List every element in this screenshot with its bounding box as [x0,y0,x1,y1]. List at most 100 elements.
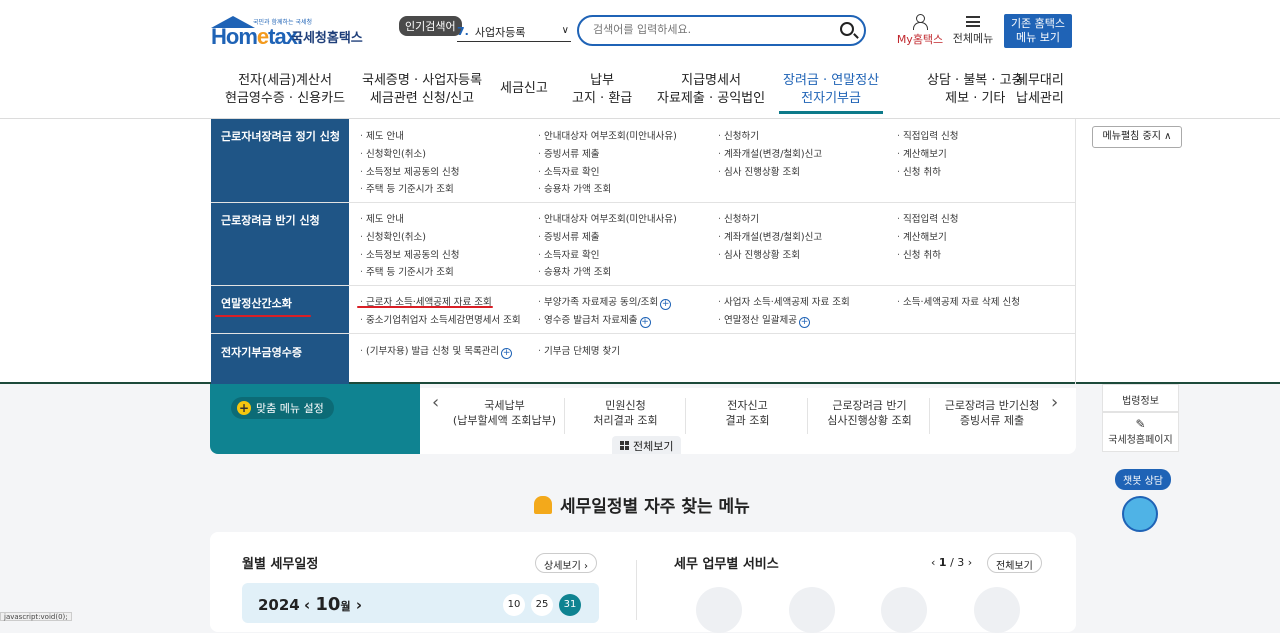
mega-link[interactable]: 계산해보기 [897,146,947,160]
calendar-month: ‹ 10월 › [304,594,362,615]
mega-link[interactable]: 신청 취하 [897,247,941,261]
law-info-link[interactable]: 법령정보 [1102,384,1179,412]
mega-link[interactable]: 계산해보기 [897,229,947,243]
calendar-year: 2024 [258,596,300,614]
mega-link[interactable]: 신청확인(취소) [360,146,426,160]
mega-link[interactable]: 소득·세액공제 자료 삭제 신청 [897,294,1020,308]
grid-icon [620,441,629,450]
chatbot-mascot-icon[interactable] [1122,496,1158,532]
mega-link[interactable]: 소득자료 확인 [538,164,599,178]
mega-link[interactable]: 직접입력 신청 [897,128,958,142]
day-chip-selected[interactable]: 31 [559,594,581,616]
mega-link[interactable]: 주택 등 기준시가 조회 [360,264,454,278]
mega-link[interactable]: 부양가족 자료제공 동의/조회+ [538,294,672,310]
mega-link[interactable]: 안내대상자 여부조회(미안내사유) [538,128,677,142]
custom-menu-button[interactable]: + 맞춤 메뉴 설정 [231,397,334,419]
quick-item[interactable]: 민원신청 처리결과 조회 [566,398,686,434]
chevron-left-icon[interactable]: ‹ [432,392,439,413]
service-icon[interactable] [789,587,835,633]
mega-link[interactable]: 신청하기 [718,211,759,225]
mega-link[interactable]: 소득자료 확인 [538,247,599,261]
collapse-label: 메뉴펼침 중지 [1102,131,1161,142]
mega-link[interactable]: 증빙서류 제출 [538,146,599,160]
mega-link[interactable]: 직접입력 신청 [897,211,958,225]
service-icon[interactable] [974,587,1020,633]
my-hometax-button[interactable]: My홈택스 [896,14,944,47]
mega-link[interactable]: 소득정보 제공동의 신청 [360,247,459,261]
all-menu-button[interactable]: 전체메뉴 [952,16,994,46]
mega-link[interactable]: 제도 안내 [360,211,404,225]
mega-link[interactable]: 승용차 가액 조회 [538,264,611,278]
chevron-right-icon[interactable]: › [1051,392,1058,413]
service-view-all-button[interactable]: 전체보기 [987,553,1042,573]
mega-link[interactable]: 계좌개설(변경/철회)신고 [718,229,822,243]
quick-item[interactable]: 전자신고 결과 조회 [688,398,808,434]
search-icon[interactable] [840,22,854,36]
day-chip[interactable]: 25 [531,594,553,616]
gnb-item-e-invoice[interactable]: 전자(세금)계산서 현금영수증 · 신용카드 [225,72,345,108]
quick-view-all-button[interactable]: 전체보기 [612,436,682,454]
my-hometax-label: My홈택스 [896,33,944,46]
plus-icon: + [237,401,251,415]
gnb-item-agent[interactable]: 세무대리 납세관리 [1016,72,1064,108]
detail-button[interactable]: 상세보기 › [535,553,597,573]
mega-link[interactable]: 기부금 단체명 찾기 [538,343,620,357]
quick-item[interactable]: 근로장려금 반기신청 증빙서류 제출 [932,398,1052,434]
global-nav: 전자(세금)계산서 현금영수증 · 신용카드 국세증명 · 사업자등록 세금관련 신… [211,70,1071,115]
gnb-item-payment[interactable]: 납부 고지 · 환급 [572,72,632,108]
mega-link[interactable]: 신청 취하 [897,164,941,178]
hometax-logo[interactable]: 국민과 함께하는 국세청 Hometax. 국세청홈택스 [211,14,363,49]
mega-link[interactable]: 신청하기 [718,128,759,142]
gnb-item-certificate[interactable]: 국세증명 · 사업자등록 세금관련 신청/신고 [362,72,482,108]
mega-category[interactable]: 근로장려금 반기 신청 [221,212,320,228]
mega-link[interactable]: 주택 등 기준시가 조회 [360,181,454,195]
collapse-menu-button[interactable]: 메뉴펼침 중지 ∧ [1092,126,1182,148]
gnb-item-incentive[interactable]: 장려금 · 연말정산 전자기부금 [778,72,884,114]
month-prev-icon[interactable]: ‹ [304,596,315,614]
mega-link[interactable]: 연말정산 일괄제공+ [718,312,810,328]
mega-link[interactable]: 중소기업취업자 소득세감면명세서 조회 [360,312,521,326]
chatbot-button[interactable]: 챗봇 상담 [1115,469,1171,490]
popular-search-select[interactable]: 7. 사업자등록 ∨ [457,22,571,42]
search-input[interactable] [593,23,833,36]
search-box [577,15,866,46]
mega-link[interactable]: 심사 진행상황 조회 [718,247,800,261]
mega-link[interactable]: 승용차 가액 조회 [538,181,611,195]
mega-link[interactable]: 심사 진행상황 조회 [718,164,800,178]
pager-next-icon[interactable]: › [964,556,972,569]
mega-link[interactable]: (기부자용) 발급 신청 및 목록관리+ [360,343,513,359]
pager-prev-icon[interactable]: ‹ [931,556,939,569]
legacy-line2: 메뉴 보기 [1016,31,1060,44]
service-icon[interactable] [881,587,927,633]
mega-link[interactable]: 소득정보 제공동의 신청 [360,164,459,178]
mega-category[interactable]: 전자기부금영수증 [221,344,302,360]
legacy-line1: 기존 홈택스 [1010,17,1066,30]
day-chip[interactable]: 10 [503,594,525,616]
plus-circle-icon: + [639,317,651,328]
quick-menu-teal [210,384,420,454]
plus-circle-icon: + [660,299,672,310]
quick-item[interactable]: 근로장려금 반기 심사진행상황 조회 [810,398,930,434]
mega-link[interactable]: 제도 안내 [360,128,404,142]
mega-link[interactable]: 증빙서류 제출 [538,229,599,243]
service-icon[interactable] [696,587,742,633]
gnb-item-statement[interactable]: 지급명세서 자료제출 · 공익법인 [657,72,765,108]
mega-link[interactable]: 신청확인(취소) [360,229,426,243]
legacy-menu-button[interactable]: 기존 홈택스 메뉴 보기 [1004,14,1072,48]
quick-item[interactable]: 국세납부 (납부할세액 조회납부) [445,398,565,434]
red-underline [357,306,493,308]
nts-home-link[interactable]: ✎ 국세청홈페이지 [1102,412,1179,452]
gnb-item-tax-return[interactable]: 세금신고 [500,80,548,98]
mega-link[interactable]: 계좌개설(변경/철회)신고 [718,146,822,160]
mega-category[interactable]: 근로자녀장려금 정기 신청 [221,128,340,144]
mega-link[interactable]: 안내대상자 여부조회(미안내사유) [538,211,677,225]
mega-link[interactable]: 사업자 소득·세액공제 자료 조회 [718,294,850,308]
popular-search-badge: 인기검색어 [399,16,462,36]
mega-category-active[interactable]: 연말정산간소화 [221,295,292,311]
quick-view-all-label: 전체보기 [633,440,674,453]
mega-link[interactable]: 영수증 발급처 자료제출+ [538,312,651,328]
month-next-icon[interactable]: › [351,596,362,614]
gnb-item-consult[interactable]: 상담 · 불복 · 고충 제보 · 기타 [927,72,1024,108]
nts-home-label: 국세청홈페이지 [1108,435,1173,446]
law-info-label: 법령정보 [1122,396,1159,407]
